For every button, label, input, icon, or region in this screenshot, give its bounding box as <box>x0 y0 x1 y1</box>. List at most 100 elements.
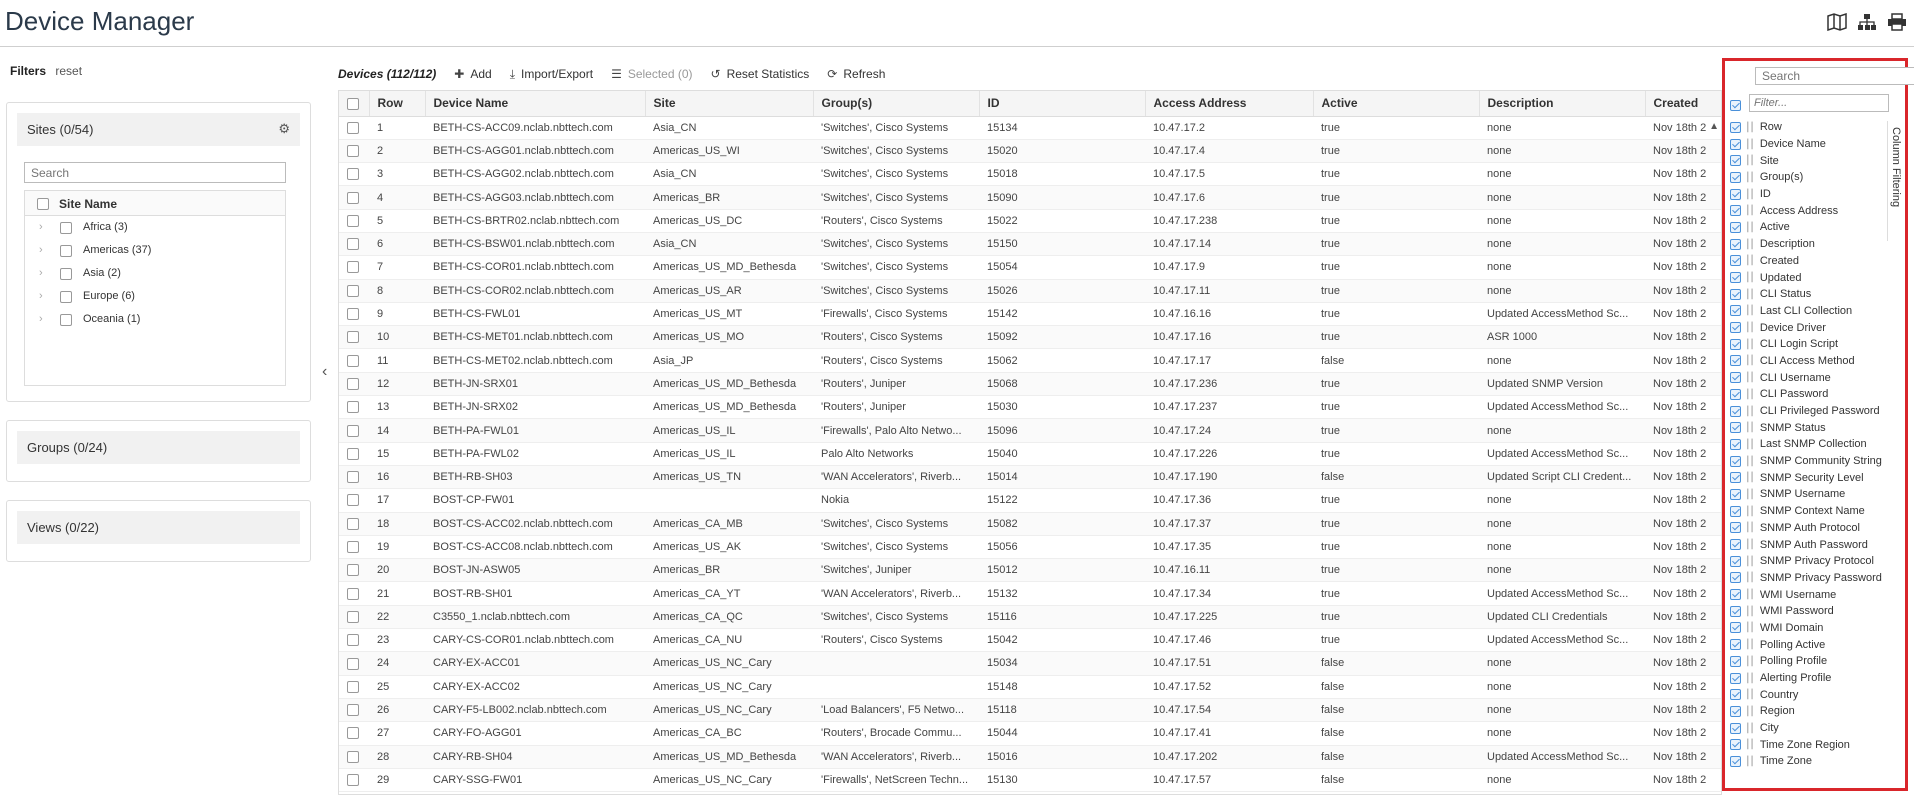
column-visible-checkbox[interactable] <box>1730 155 1741 167</box>
column-toggle-item[interactable]: ┃┃ WMI Password <box>1730 603 1900 620</box>
column-toggle-item[interactable]: ┃┃ Polling Profile <box>1730 653 1900 670</box>
row-checkbox-cell[interactable] <box>339 372 369 397</box>
column-visible-checkbox[interactable] <box>1730 338 1741 350</box>
drag-handle-icon[interactable]: ┃┃ <box>1745 139 1755 150</box>
drag-handle-icon[interactable]: ┃┃ <box>1745 456 1755 467</box>
site-checkbox[interactable] <box>60 222 72 234</box>
drag-handle-icon[interactable]: ┃┃ <box>1745 639 1755 650</box>
row-checkbox[interactable] <box>347 401 359 414</box>
row-checkbox-cell[interactable] <box>339 209 369 233</box>
row-checkbox-cell[interactable] <box>339 302 369 327</box>
row-checkbox-cell[interactable] <box>339 628 369 653</box>
column-header-active[interactable]: Active <box>1313 91 1480 117</box>
column-visible-checkbox[interactable] <box>1730 422 1741 434</box>
row-checkbox-cell[interactable] <box>339 488 369 513</box>
column-visible-checkbox[interactable] <box>1730 238 1741 250</box>
column-toggle-item[interactable]: ┃┃ SNMP Status <box>1730 419 1900 436</box>
row-checkbox[interactable] <box>347 494 359 507</box>
table-row[interactable]: 13 BETH-JN-SRX02 Americas_US_MD_Bethesda 'R… <box>339 395 1721 420</box>
row-checkbox[interactable] <box>347 657 359 670</box>
row-checkbox-cell[interactable] <box>339 698 369 723</box>
column-toggle-item[interactable]: ┃┃ CLI Status <box>1730 286 1900 303</box>
drag-handle-icon[interactable]: ┃┃ <box>1745 189 1755 200</box>
row-checkbox[interactable] <box>347 121 359 134</box>
site-checkbox[interactable] <box>60 314 72 326</box>
drag-handle-icon[interactable]: ┃┃ <box>1745 289 1755 300</box>
column-visible-checkbox[interactable] <box>1730 355 1741 367</box>
row-checkbox-cell[interactable] <box>339 185 369 210</box>
column-toggle-item[interactable]: ┃┃ WMI Domain <box>1730 620 1900 637</box>
column-visible-checkbox[interactable] <box>1730 488 1741 500</box>
row-checkbox[interactable] <box>347 447 359 460</box>
column-toggle-item[interactable]: ┃┃ Group(s) <box>1730 169 1900 186</box>
column-visible-checkbox[interactable] <box>1730 589 1741 601</box>
column-header-created[interactable]: Created <box>1645 91 1721 117</box>
row-checkbox-cell[interactable] <box>339 418 369 443</box>
column-visible-checkbox[interactable] <box>1730 305 1741 317</box>
table-row[interactable]: 2 BETH-CS-AGG01.nclab.nbttech.com Americas… <box>339 139 1721 164</box>
drag-handle-icon[interactable]: ┃┃ <box>1745 422 1755 433</box>
column-header-description[interactable]: Description <box>1479 91 1646 117</box>
column-toggle-item[interactable]: ┃┃ WMI Username <box>1730 586 1900 603</box>
row-checkbox-cell[interactable] <box>339 558 369 583</box>
column-filter-input[interactable] <box>1749 94 1889 112</box>
row-checkbox[interactable] <box>347 261 359 274</box>
drag-handle-icon[interactable]: ┃┃ <box>1745 756 1755 767</box>
column-visible-checkbox[interactable] <box>1730 171 1741 183</box>
drag-handle-icon[interactable]: ┃┃ <box>1745 489 1755 500</box>
column-visible-checkbox[interactable] <box>1730 472 1741 484</box>
site-row-americas[interactable]: › Americas (37) <box>25 239 285 262</box>
drag-handle-icon[interactable]: ┃┃ <box>1745 606 1755 617</box>
row-checkbox-cell[interactable] <box>339 395 369 420</box>
table-row[interactable]: 28 CARY-RB-SH04 Americas_US_MD_Bethesda 'WA… <box>339 745 1721 769</box>
topology-icon[interactable] <box>1856 12 1878 32</box>
column-toggle-item[interactable]: ┃┃ Polling Active <box>1730 636 1900 653</box>
chevron-right-icon[interactable]: › <box>39 267 43 279</box>
map-icon[interactable] <box>1826 12 1848 32</box>
column-header-id[interactable]: ID <box>979 91 1146 117</box>
drag-handle-icon[interactable]: ┃┃ <box>1745 205 1755 216</box>
drag-handle-icon[interactable]: ┃┃ <box>1745 556 1755 567</box>
row-checkbox-cell[interactable] <box>339 279 369 303</box>
site-checkbox[interactable] <box>60 291 72 303</box>
row-checkbox[interactable] <box>347 610 359 623</box>
chevron-right-icon[interactable]: › <box>39 313 43 325</box>
column-visible-checkbox[interactable] <box>1730 455 1741 467</box>
refresh-button[interactable]: ⟳ Refresh <box>827 67 885 81</box>
row-checkbox[interactable] <box>347 308 359 321</box>
column-toggle-item[interactable]: ┃┃ CLI Password <box>1730 386 1900 403</box>
column-visible-checkbox[interactable] <box>1730 722 1741 734</box>
row-checkbox-cell[interactable] <box>339 651 369 676</box>
row-checkbox[interactable] <box>347 704 359 717</box>
column-visible-checkbox[interactable] <box>1730 739 1741 751</box>
column-visible-checkbox[interactable] <box>1730 605 1741 617</box>
scroll-up-icon[interactable]: ▲ <box>1709 121 1719 132</box>
site-row-oceania[interactable]: › Oceania (1) <box>25 308 285 331</box>
column-toggle-item[interactable]: ┃┃ SNMP Context Name <box>1730 503 1900 520</box>
drag-handle-icon[interactable]: ┃┃ <box>1745 322 1755 333</box>
drag-handle-icon[interactable]: ┃┃ <box>1745 372 1755 383</box>
column-toggle-item[interactable]: ┃┃ Last SNMP Collection <box>1730 436 1900 453</box>
column-header-site[interactable]: Site <box>645 91 814 117</box>
select-all-rows-checkbox-cell[interactable] <box>339 91 370 117</box>
row-checkbox-cell[interactable] <box>339 442 369 466</box>
table-row[interactable]: 9 BETH-CS-FWL01 Americas_US_MT 'Firewalls',… <box>339 302 1721 327</box>
row-checkbox-cell[interactable] <box>339 581 369 606</box>
column-toggle-item[interactable]: ┃┃ CLI Access Method <box>1730 353 1900 370</box>
drag-handle-icon[interactable]: ┃┃ <box>1745 355 1755 366</box>
column-toggle-item[interactable]: ┃┃ SNMP Privacy Protocol <box>1730 553 1900 570</box>
row-checkbox-cell[interactable] <box>339 768 369 793</box>
drag-handle-icon[interactable]: ┃┃ <box>1745 739 1755 750</box>
table-row[interactable]: 18 BOST-CS-ACC02.nclab.nbttech.com America… <box>339 512 1721 536</box>
column-toggle-item[interactable]: ┃┃ SNMP Auth Protocol <box>1730 520 1900 537</box>
column-toggle-item[interactable]: ┃┃ City <box>1730 720 1900 737</box>
import-export-button[interactable]: ⤓ Import/Export <box>510 67 593 82</box>
column-visible-checkbox[interactable] <box>1730 572 1741 584</box>
row-checkbox[interactable] <box>347 424 359 437</box>
row-checkbox-cell[interactable] <box>339 255 369 280</box>
column-visible-checkbox[interactable] <box>1730 438 1741 450</box>
table-row[interactable]: 12 BETH-JN-SRX01 Americas_US_MD_Bethesda 'R… <box>339 372 1721 397</box>
row-checkbox[interactable] <box>347 471 359 484</box>
table-row[interactable]: 24 CARY-EX-ACC01 Americas_US_NC_Cary 15034 1… <box>339 651 1721 676</box>
row-checkbox[interactable] <box>347 517 359 530</box>
